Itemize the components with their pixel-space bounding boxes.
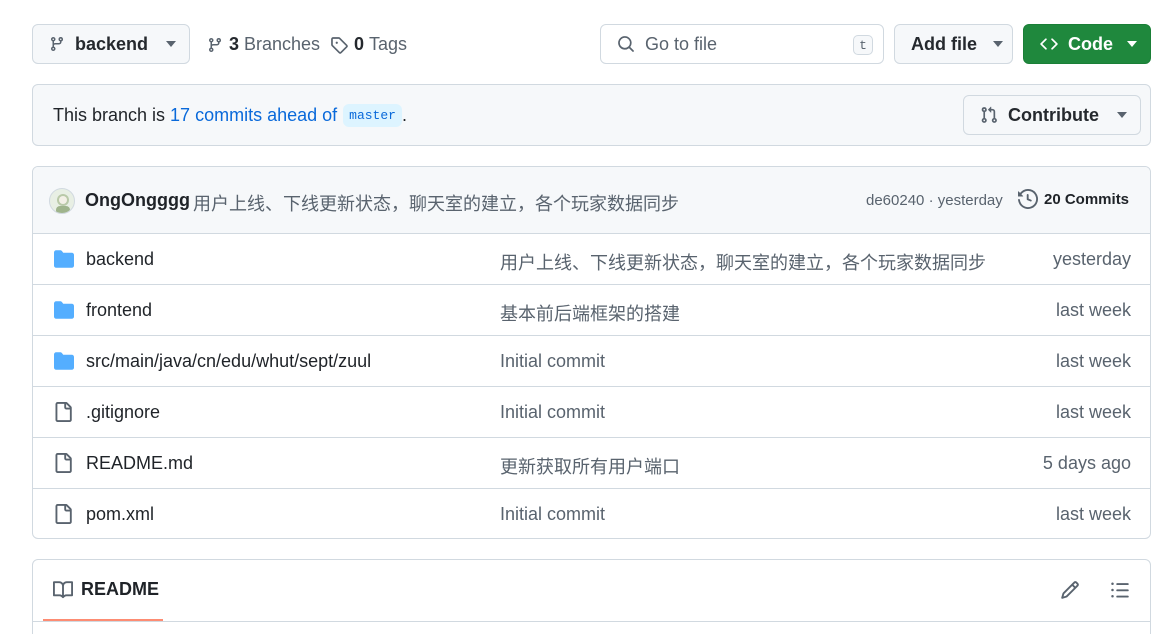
search-input[interactable]: [645, 33, 845, 55]
file-commit-time: last week: [1055, 402, 1131, 422]
file-commit-time: last week: [1055, 300, 1131, 320]
file-commit-message[interactable]: 更新获取所有用户端口: [500, 453, 680, 479]
commits-count-label: 20 Commits: [1044, 190, 1130, 208]
commits-history-link[interactable]: 20 Commits: [1018, 189, 1129, 209]
file-name[interactable]: README.md: [86, 453, 193, 474]
file-name[interactable]: backend: [86, 249, 154, 270]
tags-count: 0: [354, 34, 365, 54]
add-file-button[interactable]: Add file: [894, 24, 1013, 64]
ahead-prefix: This branch is: [53, 105, 166, 125]
history-icon: [1018, 189, 1038, 209]
code-label: Code: [1068, 33, 1113, 54]
file-row[interactable]: .gitignore Initial commit last week: [33, 387, 1150, 438]
file-name[interactable]: pom.xml: [86, 504, 154, 525]
commit-author[interactable]: OngOngggg: [85, 190, 190, 211]
file-commit-time: yesterday: [1052, 249, 1131, 269]
avatar[interactable]: [49, 188, 75, 214]
file-icon: [55, 402, 72, 422]
go-to-file-search[interactable]: t: [600, 24, 884, 64]
contribute-label: Contribute: [1008, 104, 1099, 125]
book-icon: [53, 580, 73, 598]
git-pull-request-icon: [981, 106, 997, 123]
ahead-suffix: .: [401, 105, 407, 125]
commits-ahead-link[interactable]: 17 commits ahead of: [170, 105, 337, 126]
branches-link[interactable]: 3 Branches: [207, 34, 320, 55]
code-button[interactable]: Code: [1023, 24, 1151, 64]
list-outline-icon[interactable]: [1110, 580, 1130, 600]
file-commit-time: last week: [1055, 351, 1131, 371]
file-row[interactable]: pom.xml Initial commit last week: [33, 489, 1150, 538]
branch-selector-button[interactable]: backend: [32, 24, 190, 64]
readme-panel: README: [32, 559, 1151, 634]
file-commit-message[interactable]: Initial commit: [500, 402, 605, 423]
file-commit-message[interactable]: Initial commit: [500, 351, 605, 372]
pencil-icon[interactable]: [1060, 580, 1080, 600]
file-row[interactable]: README.md 更新获取所有用户端口 5 days ago: [33, 438, 1150, 489]
file-commit-message[interactable]: 基本前后端框架的搭建: [500, 300, 680, 326]
chevron-down-icon: [1116, 112, 1127, 118]
file-commit-message[interactable]: Initial commit: [500, 504, 605, 525]
add-file-label: Add file: [911, 33, 977, 54]
branch-ahead-text: This branch is 17 commits ahead of maste…: [53, 104, 407, 127]
file-commit-message[interactable]: 用户上线、下线更新状态，聊天室的建立，各个玩家数据同步: [500, 249, 986, 275]
branches-count: 3: [229, 34, 240, 54]
contribute-button[interactable]: Contribute: [963, 95, 1141, 135]
base-branch-ref[interactable]: master: [343, 104, 402, 127]
file-list: OngOngggg 用户上线、下线更新状态，聊天室的建立，各个玩家数据同步 de…: [32, 166, 1151, 539]
folder-icon: [54, 352, 74, 370]
file-name[interactable]: frontend: [86, 300, 152, 321]
file-commit-time: 5 days ago: [1042, 453, 1131, 473]
file-icon: [55, 453, 72, 473]
code-icon: [1040, 38, 1058, 50]
chevron-down-icon: [166, 41, 177, 47]
search-icon: [618, 36, 634, 52]
tags-link[interactable]: 0 Tags: [330, 34, 407, 55]
file-row[interactable]: backend 用户上线、下线更新状态，聊天室的建立，各个玩家数据同步 yest…: [33, 234, 1150, 285]
file-commit-time: last week: [1055, 504, 1131, 524]
commit-hash-time[interactable]: de60240 · yesterday: [866, 192, 1003, 209]
file-icon: [55, 504, 72, 524]
file-row[interactable]: frontend 基本前后端框架的搭建 last week: [33, 285, 1150, 336]
branch-name: backend: [75, 33, 149, 54]
tab-readme[interactable]: README: [43, 560, 163, 622]
latest-commit-header: OngOngggg 用户上线、下线更新状态，聊天室的建立，各个玩家数据同步 de…: [33, 167, 1150, 234]
branch-ahead-banner: This branch is 17 commits ahead of maste…: [32, 84, 1151, 146]
folder-icon: [54, 301, 74, 319]
readme-tab-label: README: [81, 579, 160, 599]
keyboard-shortcut-hint: t: [853, 35, 873, 55]
chevron-down-icon: [993, 41, 1003, 47]
readme-divider: [33, 621, 1150, 622]
git-branch-icon: [208, 37, 221, 52]
file-name[interactable]: .gitignore: [86, 402, 160, 423]
branches-label: Branches: [244, 34, 321, 54]
file-name[interactable]: src/main/java/cn/edu/whut/sept/zuul: [86, 351, 371, 372]
folder-icon: [54, 250, 74, 268]
file-row[interactable]: src/main/java/cn/edu/whut/sept/zuul Init…: [33, 336, 1150, 387]
commit-message[interactable]: 用户上线、下线更新状态，聊天室的建立，各个玩家数据同步: [193, 190, 679, 216]
git-branch-icon: [50, 37, 63, 52]
tags-label: Tags: [369, 34, 408, 54]
tag-icon: [331, 36, 348, 54]
chevron-down-icon: [1127, 41, 1137, 47]
